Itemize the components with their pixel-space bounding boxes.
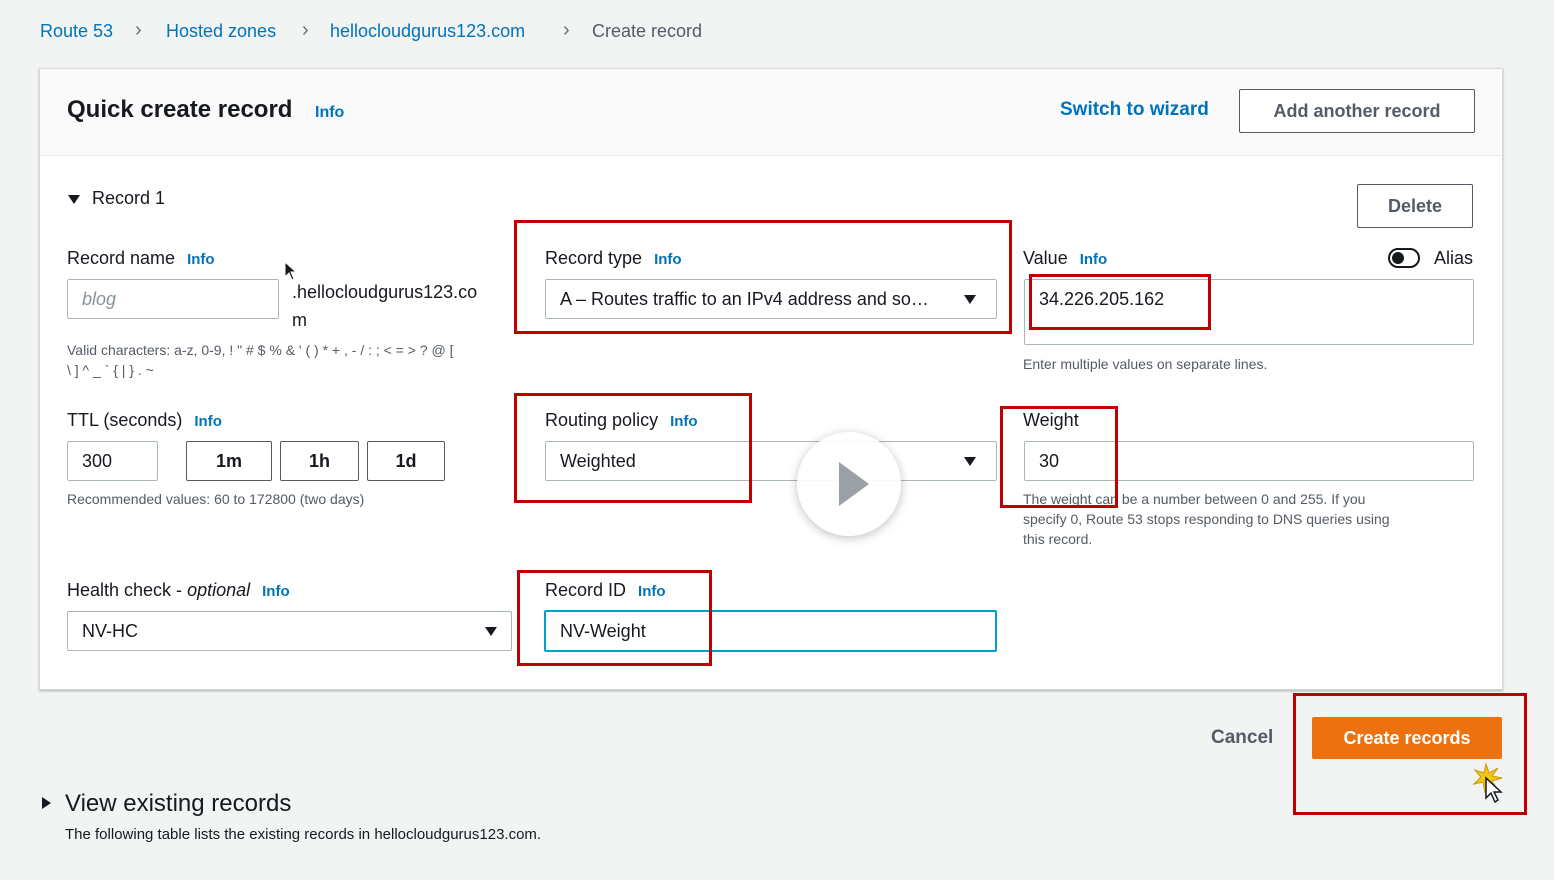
weight-hint: The weight can be a number between 0 and… xyxy=(1023,491,1366,507)
value-label-text: Value xyxy=(1023,248,1068,268)
ttl-label-text: TTL (seconds) xyxy=(67,410,183,430)
weight-hint-2: specify 0, Route 53 stops responding to … xyxy=(1023,511,1390,527)
caret-down-icon[interactable] xyxy=(485,627,497,636)
create-records-button[interactable]: Create records xyxy=(1312,717,1502,759)
record-type-label: Record type Info xyxy=(545,248,682,269)
record-id-info-link[interactable]: Info xyxy=(638,583,666,600)
record-type-label-text: Record type xyxy=(545,248,643,268)
health-check-optional: optional xyxy=(187,580,251,600)
health-check-value: NV-HC xyxy=(82,620,139,641)
weight-hint-3: this record. xyxy=(1023,531,1093,547)
value-info-link[interactable]: Info xyxy=(1080,251,1108,268)
record-name-hint: Valid characters: a-z, 0-9, ! " # $ % & … xyxy=(67,342,454,358)
health-check-select[interactable]: NV-HC xyxy=(67,611,512,651)
cursor-icon xyxy=(284,261,298,281)
value-text: 34.226.205.162 xyxy=(1039,289,1165,309)
weight-input[interactable]: 30 xyxy=(1024,441,1474,481)
caret-down-icon[interactable] xyxy=(964,295,976,304)
record-id-label-text: Record ID xyxy=(545,580,627,600)
ttl-label: TTL (seconds) Info xyxy=(67,410,222,431)
record-type-info-link[interactable]: Info xyxy=(654,251,682,268)
ttl-info-link[interactable]: Info xyxy=(194,413,222,430)
breadcrumb-hosted-zones[interactable]: Hosted zones xyxy=(166,21,276,42)
view-existing-records-toggle[interactable]: View existing records xyxy=(65,790,291,818)
record-id-input[interactable]: NV-Weight xyxy=(544,610,997,652)
record-id-label: Record ID Info xyxy=(545,580,666,601)
play-icon xyxy=(839,462,869,506)
toggle-icon xyxy=(1392,252,1404,264)
cancel-button[interactable]: Cancel xyxy=(1211,727,1273,749)
chevron-right-icon: › xyxy=(563,19,570,41)
caret-down-icon[interactable] xyxy=(964,457,976,466)
record-section-label[interactable]: Record 1 xyxy=(92,188,165,209)
health-check-label-text: Health check - xyxy=(67,580,188,600)
record-type-value: A – Routes traffic to an IPv4 address an… xyxy=(560,288,929,309)
routing-policy-select[interactable]: Weighted xyxy=(545,441,997,481)
existing-records-description: The following table lists the existing r… xyxy=(65,826,542,843)
routing-policy-value: Weighted xyxy=(560,450,636,471)
ttl-input[interactable]: 300 xyxy=(67,441,158,481)
weight-label: Weight xyxy=(1023,410,1079,430)
alias-label: Alias xyxy=(1434,248,1474,268)
delete-button[interactable]: Delete xyxy=(1357,184,1473,228)
add-another-record-button[interactable]: Add another record xyxy=(1239,89,1475,133)
chevron-right-icon: › xyxy=(302,19,309,41)
ttl-hint: Recommended values: 60 to 172800 (two da… xyxy=(67,491,365,507)
routing-policy-label: Routing policy Info xyxy=(545,410,698,431)
caret-down-icon[interactable] xyxy=(68,195,80,204)
alias-toggle[interactable] xyxy=(1388,248,1420,268)
record-name-hint-2: \ ] ^ _ ` { | } . ~ xyxy=(67,362,154,378)
cursor-click-icon xyxy=(1472,762,1503,804)
caret-right-icon[interactable] xyxy=(42,797,51,809)
title-info-link[interactable]: Info xyxy=(315,104,344,122)
record-name-info-link[interactable]: Info xyxy=(187,251,215,268)
video-play-button[interactable] xyxy=(797,432,901,536)
breadcrumb-route53[interactable]: Route 53 xyxy=(40,21,113,42)
value-textarea[interactable]: 34.226.205.162 xyxy=(1024,279,1474,345)
value-label: Value Info xyxy=(1023,248,1107,269)
value-hint: Enter multiple values on separate lines. xyxy=(1023,356,1268,372)
record-name-suffix: .hellocloudgurus123.co xyxy=(292,282,478,302)
record-name-suffix-wrap: m xyxy=(292,310,307,330)
breadcrumb-current: Create record xyxy=(592,21,703,41)
health-check-label: Health check - optional Info xyxy=(67,580,290,601)
ttl-1h-button[interactable]: 1h xyxy=(280,441,359,481)
breadcrumb-zone[interactable]: hellocloudgurus123.com xyxy=(330,21,525,42)
record-name-label: Record name Info xyxy=(67,248,215,269)
ttl-1m-button[interactable]: 1m xyxy=(186,441,272,481)
switch-to-wizard-link[interactable]: Switch to wizard xyxy=(1060,99,1209,121)
page-title: Quick create record xyxy=(67,96,293,123)
record-name-input[interactable]: blog xyxy=(67,279,279,319)
breadcrumb: Route 53 › Hosted zones › hellocloudguru… xyxy=(0,0,1554,60)
record-name-label-text: Record name xyxy=(67,248,176,268)
routing-policy-label-text: Routing policy xyxy=(545,410,659,430)
health-check-info-link[interactable]: Info xyxy=(262,583,290,600)
record-type-select[interactable]: A – Routes traffic to an IPv4 address an… xyxy=(545,279,997,319)
chevron-right-icon: › xyxy=(135,19,142,41)
routing-policy-info-link[interactable]: Info xyxy=(670,413,698,430)
ttl-1d-button[interactable]: 1d xyxy=(367,441,445,481)
